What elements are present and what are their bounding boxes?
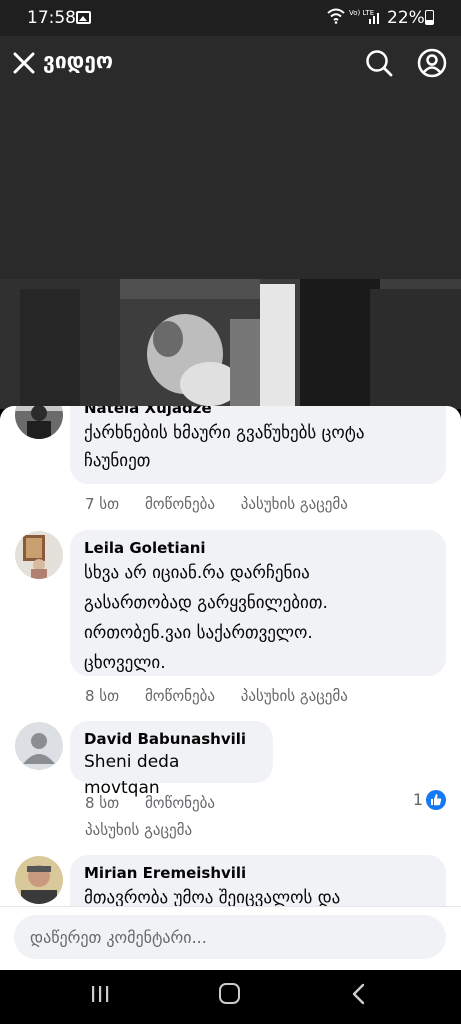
- battery-icon: [425, 10, 434, 25]
- reply-action[interactable]: პასუხის გაცემა: [241, 687, 348, 705]
- comment-time: 8 სთ: [85, 794, 120, 812]
- comment-bubble: Natela Xujadze ქარხნების ხმაური გვაწუხებ…: [70, 406, 446, 484]
- search-icon[interactable]: [365, 49, 393, 77]
- thumbs-up-icon[interactable]: [426, 790, 446, 810]
- comment-time: 8 სთ: [85, 687, 120, 705]
- comment-author[interactable]: Mirian Eremeishvili: [84, 864, 432, 883]
- comments-panel[interactable]: Natela Xujadze ქარხნების ხმაური გვაწუხებ…: [0, 406, 461, 970]
- back-icon[interactable]: [351, 983, 365, 1005]
- status-bar: 17:58 Vo) LTE 22%: [0, 0, 461, 36]
- like-action[interactable]: მოწონება: [145, 687, 215, 705]
- recents-icon[interactable]: [90, 984, 110, 1004]
- gallery-icon: [76, 11, 91, 24]
- status-time: 17:58: [27, 8, 76, 28]
- comment-text-line: ქარხნების ხმაური გვაწუხებს ცოტა: [84, 423, 365, 443]
- video-header: ვიდეო: [0, 36, 461, 279]
- comment-author[interactable]: David Babunashvili: [84, 730, 259, 749]
- comment-bubble: Leila Goletiani სხვა არ იციან.რა დარჩენი…: [70, 530, 446, 676]
- profile-icon[interactable]: [417, 48, 447, 78]
- home-icon[interactable]: [219, 983, 240, 1004]
- avatar[interactable]: [15, 856, 63, 904]
- comment-bubble: David Babunashvili Sheni deda movtqan: [70, 721, 273, 798]
- reaction-count[interactable]: 1: [413, 790, 423, 809]
- comment-text-line: ირთობენ.ვაი საქართველო.: [84, 623, 313, 643]
- avatar[interactable]: [15, 531, 63, 579]
- battery-percent: 22%: [387, 8, 425, 28]
- comment-actions-row2: პასუხის გაცემა: [85, 821, 192, 839]
- video-thumbnail: [0, 279, 461, 409]
- video-player[interactable]: [0, 279, 461, 409]
- comment-actions: 8 სთ მოწონება პასუხის გაცემა: [85, 687, 348, 705]
- comment-author[interactable]: Natela Xujadze: [84, 406, 432, 418]
- comment-input[interactable]: [14, 915, 446, 959]
- avatar[interactable]: [15, 722, 63, 770]
- system-nav-bar: [0, 970, 461, 1024]
- page-title: ვიდეო: [43, 49, 113, 73]
- comment-text-line: სხვა არ იციან.რა დარჩენია: [84, 563, 310, 583]
- comment-time: 7 სთ: [85, 495, 120, 513]
- comment-actions: 8 სთ მოწონება: [85, 794, 236, 812]
- comment-text-line: ცხოველი.: [84, 653, 166, 673]
- signal-icon: [369, 13, 379, 24]
- close-icon[interactable]: [13, 52, 35, 74]
- comment-composer: [0, 906, 461, 970]
- reply-action[interactable]: პასუხის გაცემა: [241, 495, 348, 513]
- comment-author[interactable]: Leila Goletiani: [84, 539, 432, 558]
- like-action[interactable]: მოწონება: [145, 794, 215, 812]
- avatar[interactable]: [15, 406, 63, 439]
- wifi-icon: [327, 8, 345, 24]
- comment-text-line: ჩაუნიეთ: [84, 451, 151, 471]
- comment-text-line: გასართობად გარყვნილებით.: [84, 593, 328, 613]
- like-action[interactable]: მოწონება: [145, 495, 215, 513]
- comment-actions: 7 სთ მოწონება პასუხის გაცემა: [85, 495, 348, 513]
- reply-action[interactable]: პასუხის გაცემა: [85, 821, 192, 839]
